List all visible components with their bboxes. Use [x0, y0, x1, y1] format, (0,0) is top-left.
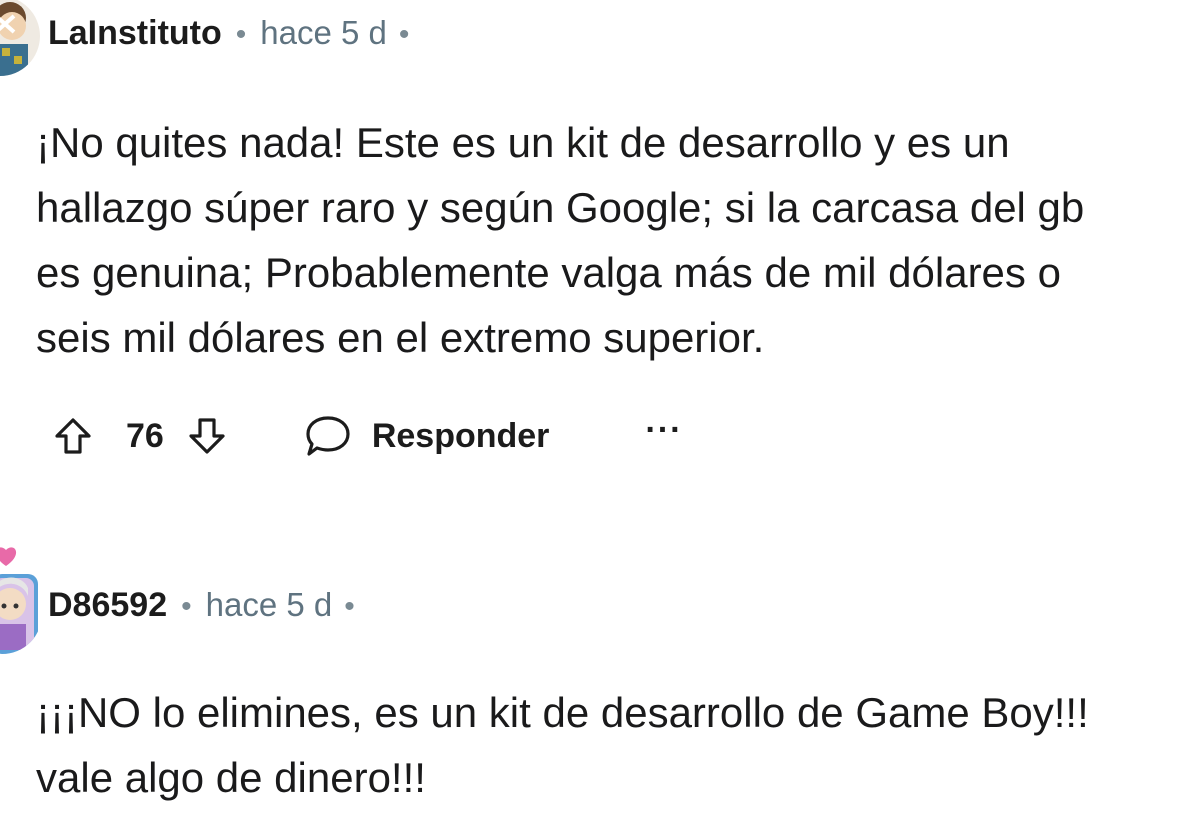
comment-body: ¡¡¡NO lo elimines, es un kit de desarrol…	[36, 689, 1089, 801]
comment-meta: LaInstituto • hace 5 d •	[48, 14, 409, 53]
reply-label: Responder	[371, 416, 550, 455]
snoo-avatar-icon	[0, 0, 40, 76]
comment-meta: D86592 • hace 5 d •	[48, 586, 355, 625]
separator-dot: •	[181, 590, 192, 623]
comment-actions: 76 Responder ···	[46, 408, 682, 464]
separator-dot: •	[235, 18, 247, 51]
reply-button[interactable]: Responder	[304, 414, 550, 458]
snoo-avatar-icon	[0, 547, 38, 654]
speech-bubble-icon	[306, 416, 350, 456]
comment-body: ¡No quites nada! Este es un kit de desar…	[36, 119, 1085, 361]
username-link[interactable]: LaInstituto	[48, 14, 222, 53]
separator-dot: •	[344, 590, 355, 623]
timestamp[interactable]: hace 5 d	[206, 586, 333, 624]
username-link[interactable]: D86592	[48, 586, 167, 625]
timestamp[interactable]: hace 5 d	[260, 14, 387, 52]
upvote-button[interactable]	[46, 409, 100, 463]
vote-score: 76	[126, 416, 164, 455]
arrow-down-icon	[189, 418, 225, 454]
more-options-button[interactable]: ···	[645, 411, 682, 450]
user-avatar[interactable]	[0, 544, 42, 654]
arrow-up-icon	[55, 418, 91, 454]
user-avatar[interactable]	[0, 0, 40, 76]
separator-dot: •	[398, 18, 410, 51]
downvote-button[interactable]	[180, 409, 234, 463]
